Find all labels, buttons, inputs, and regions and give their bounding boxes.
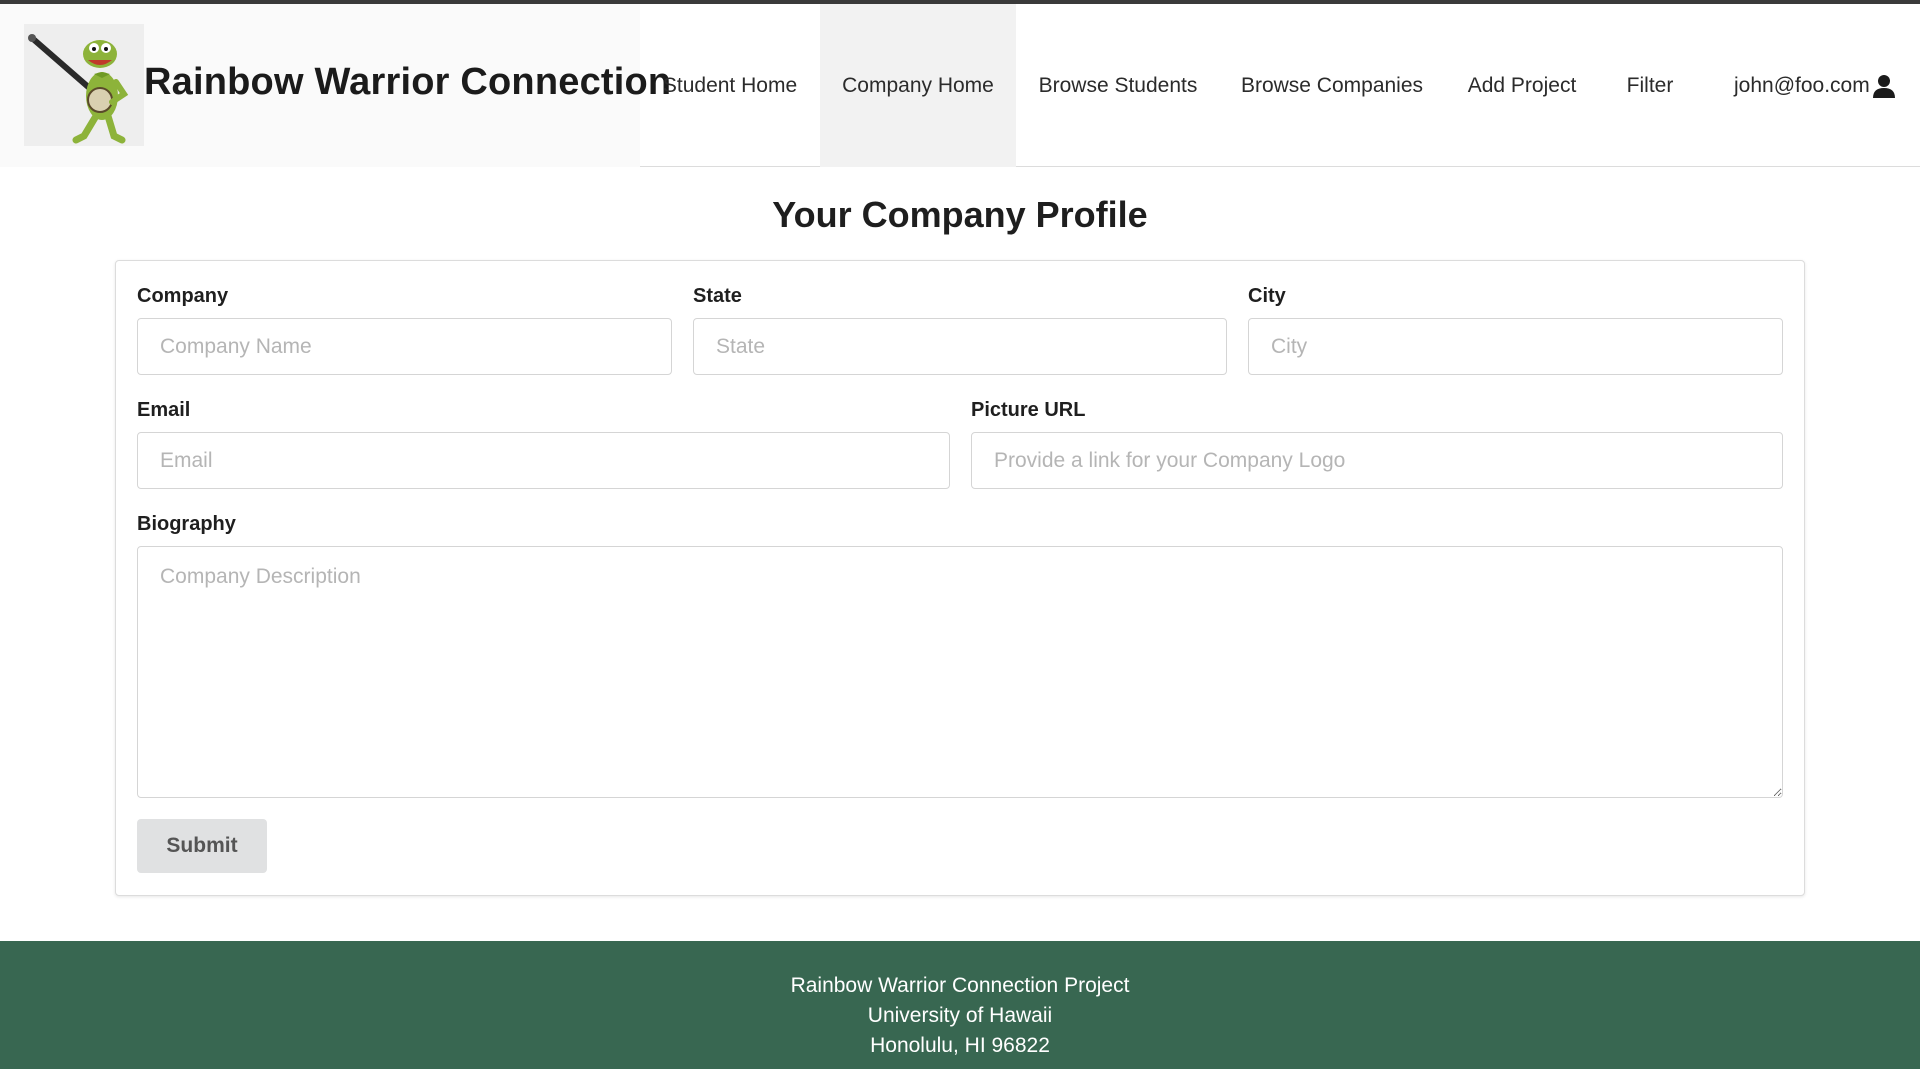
footer: Rainbow Warrior Connection Project Unive…: [0, 941, 1920, 1069]
page-title: Your Company Profile: [772, 194, 1148, 235]
city-input[interactable]: [1248, 318, 1783, 375]
kermit-logo-icon: [24, 24, 144, 146]
user-email: john@foo.com: [1734, 73, 1870, 97]
state-input[interactable]: [693, 318, 1227, 375]
user-icon: [1872, 74, 1895, 98]
footer-line-project: Rainbow Warrior Connection Project: [790, 974, 1130, 997]
email-label: Email: [137, 399, 191, 421]
nav-add-project[interactable]: Add Project: [1444, 4, 1600, 167]
nav-browse-students[interactable]: Browse Students: [1016, 4, 1220, 167]
nav-student-home[interactable]: Student Home: [640, 4, 820, 167]
navbar: Rainbow Warrior Connection Student Home …: [0, 4, 1920, 167]
email-input[interactable]: [137, 432, 950, 489]
nav-browse-companies[interactable]: Browse Companies: [1220, 4, 1444, 167]
submit-button[interactable]: Submit: [137, 819, 267, 873]
company-name-input[interactable]: [137, 318, 672, 375]
picture-url-label: Picture URL: [971, 399, 1086, 421]
footer-line-address: Honolulu, HI 96822: [870, 1034, 1050, 1057]
picture-url-input[interactable]: [971, 432, 1783, 489]
user-menu[interactable]: john@foo.com: [1734, 4, 1895, 167]
brand-title[interactable]: Rainbow Warrior Connection: [144, 61, 671, 104]
city-label: City: [1248, 285, 1286, 307]
brand[interactable]: Rainbow Warrior Connection: [0, 4, 671, 167]
company-label: Company: [137, 285, 229, 307]
biography-label: Biography: [137, 513, 236, 535]
state-label: State: [693, 285, 742, 307]
biography-textarea[interactable]: [137, 546, 1783, 798]
nav-company-home[interactable]: Company Home: [820, 4, 1016, 167]
nav-filter[interactable]: Filter: [1600, 4, 1700, 167]
footer-line-university: University of Hawaii: [867, 1004, 1053, 1027]
